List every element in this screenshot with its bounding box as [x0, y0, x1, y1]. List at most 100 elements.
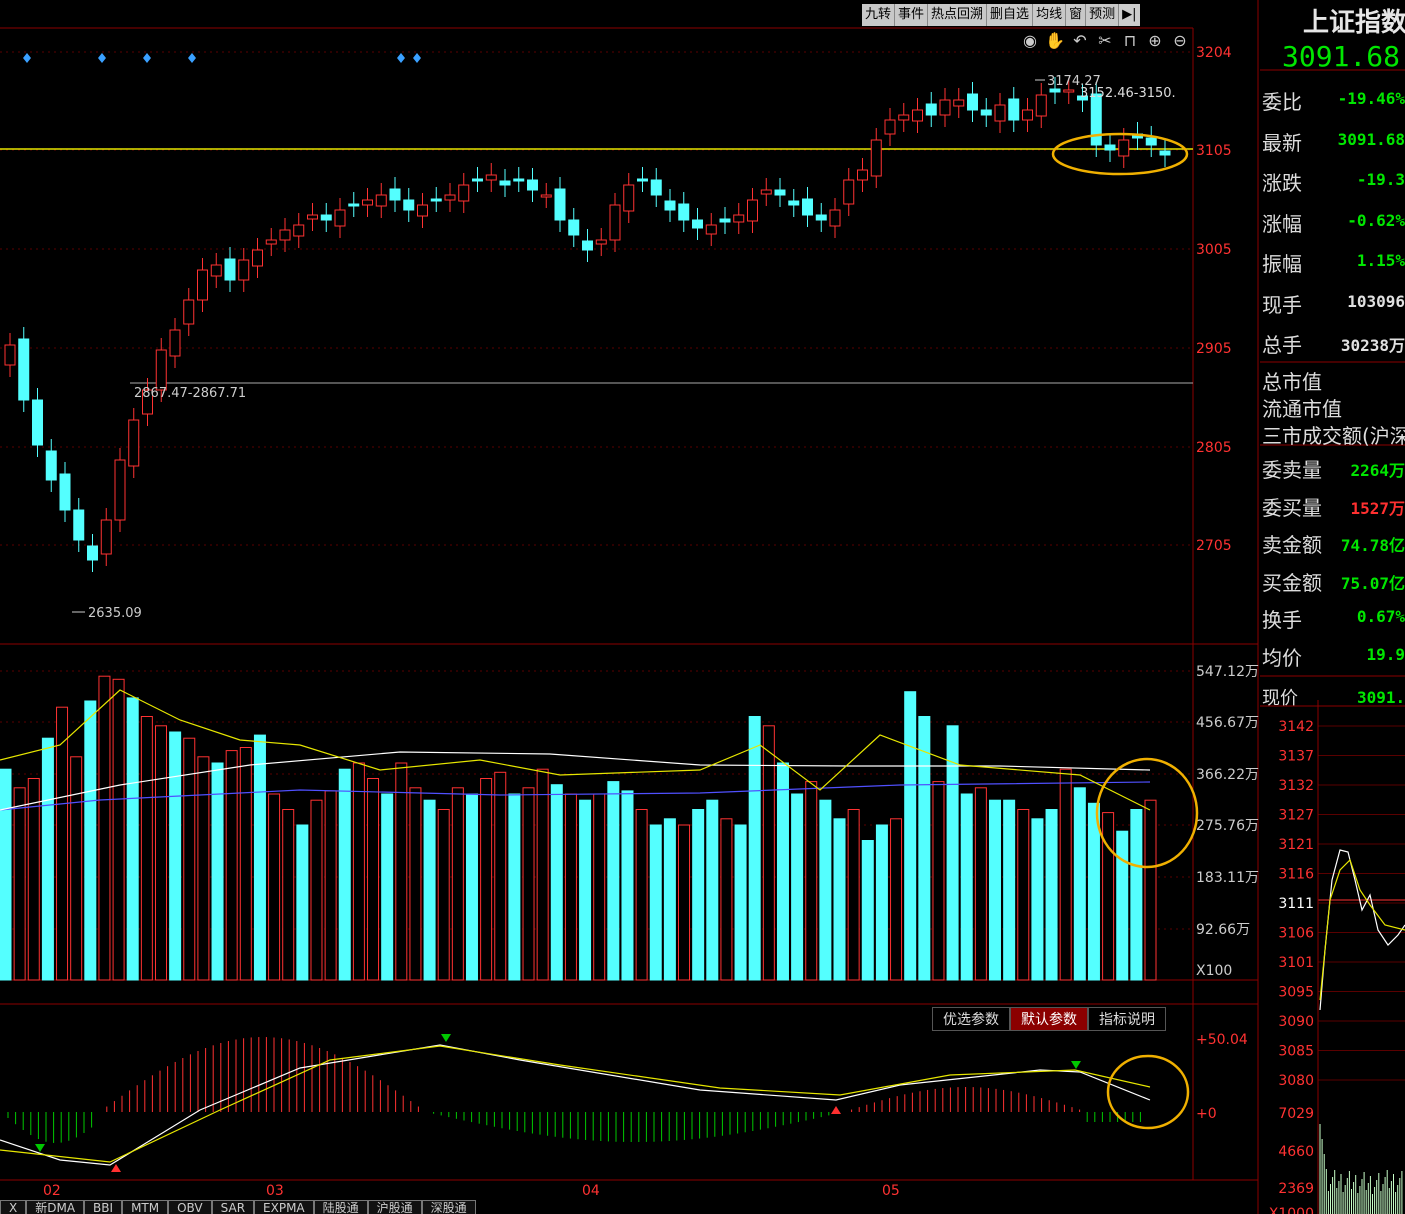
chart-controls: ◉ ✋ ↶ ✂ ⊓ ⊕ ⊖ [1020, 31, 1190, 50]
candle-body [472, 178, 483, 182]
candle-body [417, 204, 428, 217]
volume-bar [41, 737, 54, 981]
mini-vol-label: 2369 [1278, 1181, 1314, 1197]
mini-axis-label: 3095 [1278, 985, 1314, 1001]
mini-axis-label: 3111 [1278, 896, 1314, 912]
zoom-out-icon[interactable]: ⊖ [1170, 31, 1190, 50]
volume-tick-label: 275.76万 [1196, 818, 1259, 834]
candle-body [829, 209, 841, 227]
candle-body [485, 174, 497, 181]
mini-axis-label: 3121 [1278, 837, 1314, 853]
candle-body [224, 258, 236, 281]
quote-value-rows2-1: 1527万 [1350, 498, 1405, 518]
forecast-button[interactable]: 预测 [1086, 4, 1120, 26]
chart-canvas[interactable]: 3204310530052905280527053174.273152.46-3… [0, 0, 1405, 1214]
nine-turn-button[interactable]: 九转 [862, 4, 896, 26]
candle-body [334, 209, 346, 227]
volume-bar [635, 809, 648, 981]
candle-body [499, 180, 511, 186]
volume-bar [367, 778, 380, 981]
volume-bar [663, 818, 676, 981]
collapse-arrow-icon[interactable]: ▶| [1119, 4, 1140, 26]
candle-body [279, 229, 291, 241]
remove-watchlist-button[interactable]: 删自选 [987, 4, 1034, 26]
candle-body [73, 509, 85, 541]
quote-label-rows2-3: 买金额 [1262, 570, 1322, 595]
volume-bar [579, 799, 592, 981]
candle-body [238, 259, 250, 281]
preferred-params-tab[interactable]: 优选参数 [932, 1007, 1010, 1031]
candle-body [114, 459, 126, 521]
candle-body [100, 519, 112, 555]
volume-bar [451, 787, 464, 981]
volume-bar [918, 716, 931, 981]
mini-axis-label: 3101 [1278, 955, 1314, 971]
hot-review-button[interactable]: 热点回溯 [928, 4, 988, 26]
candle-body [362, 199, 373, 206]
tab-sar[interactable]: SAR [211, 1200, 255, 1214]
candle-body [155, 349, 167, 391]
now-price-value: 3091.68 [1357, 688, 1405, 707]
candle-body [595, 239, 607, 245]
volume-bar [847, 809, 860, 981]
candle-body [609, 204, 621, 241]
signal-diamond-icon [23, 53, 31, 63]
event-button[interactable]: 事件 [895, 4, 929, 26]
volume-bar [1102, 812, 1115, 981]
candle-body [18, 338, 30, 401]
volume-bar [423, 799, 436, 981]
candle-body [719, 218, 731, 223]
quote-label-rows2-0: 委卖量 [1262, 458, 1322, 482]
tab-expma[interactable]: EXPMA [254, 1200, 314, 1214]
default-params-tab[interactable]: 默认参数 [1010, 1007, 1088, 1031]
zoom-in-icon[interactable]: ⊕ [1145, 31, 1165, 50]
tab-x[interactable]: X [0, 1200, 27, 1214]
candle-body [857, 169, 868, 181]
moving-average-button[interactable]: 均线 [1033, 4, 1067, 26]
quote-value-rows1-0: -19.46% [1337, 89, 1405, 108]
signal-diamond-icon [413, 53, 421, 63]
undo-icon[interactable]: ↶ [1070, 31, 1090, 50]
candle-body [568, 219, 580, 236]
tab-lugutong[interactable]: 陆股通 [313, 1200, 368, 1214]
tab-newdma[interactable]: 新DMA [26, 1200, 85, 1214]
mini-vol-label: 7029 [1278, 1106, 1314, 1122]
volume-bar [239, 747, 252, 981]
volume-bar [310, 799, 323, 981]
candle-body [760, 189, 772, 195]
volume-bar [960, 793, 973, 981]
candle-body [348, 203, 360, 207]
window-button[interactable]: 窗 [1066, 4, 1087, 26]
tab-bbi[interactable]: BBI [84, 1200, 123, 1214]
quote-label-rows1-2: 涨跌 [1262, 171, 1302, 195]
candle-body [1049, 88, 1061, 93]
eye-icon[interactable]: ◉ [1020, 31, 1040, 50]
scissors-icon[interactable]: ✂ [1095, 31, 1115, 50]
volume-bar [819, 799, 832, 981]
tab-hugutong[interactable]: 沪股通 [367, 1200, 422, 1214]
indicator-help-tab[interactable]: 指标说明 [1088, 1007, 1166, 1031]
candle-body [843, 179, 855, 205]
candle-body [307, 214, 318, 220]
quote-value-rows2-3: 75.07亿 [1340, 573, 1405, 593]
candle-body [1022, 109, 1033, 121]
signal-diamond-icon [143, 53, 151, 63]
volume-bar [211, 762, 224, 981]
volume-bar [649, 824, 662, 981]
volume-bar [1073, 787, 1086, 981]
candle-body [692, 219, 703, 229]
tab-shengutong[interactable]: 深股通 [421, 1200, 476, 1214]
hand-icon[interactable]: ✋ [1045, 31, 1065, 50]
volume-bar [70, 756, 83, 981]
mini-vol-label: X1000 [1269, 1206, 1314, 1214]
lock-icon[interactable]: ⊓ [1120, 31, 1140, 50]
tab-mtm[interactable]: MTM [122, 1200, 169, 1214]
candle-body [87, 545, 98, 561]
signal-diamond-icon [397, 53, 405, 63]
candle-body [389, 188, 401, 201]
candle-body [210, 264, 222, 277]
volume-bar [890, 818, 903, 981]
quote-label-rows1-1: 最新 [1262, 130, 1302, 155]
volume-bar [508, 793, 521, 981]
tab-obv[interactable]: OBV [168, 1200, 212, 1214]
